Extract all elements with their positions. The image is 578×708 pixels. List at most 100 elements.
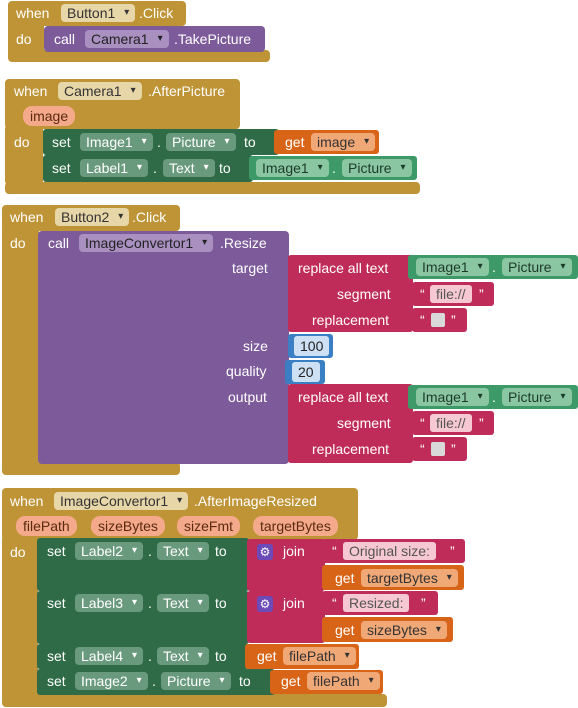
- get-label: get: [257, 648, 277, 664]
- number-value-size[interactable]: 100: [294, 336, 330, 356]
- text-value-original-size[interactable]: Original size:: [343, 542, 436, 560]
- open-quote: “: [420, 441, 425, 457]
- dot-label: .: [332, 160, 336, 176]
- get-label: get: [285, 134, 305, 150]
- property-dropdown-text[interactable]: Text: [163, 159, 215, 177]
- set-label: set: [52, 134, 71, 150]
- replacement-label: replacement: [312, 441, 390, 457]
- component-dropdown-label2[interactable]: Label2: [75, 542, 144, 560]
- variable-dropdown-image[interactable]: image: [311, 133, 376, 151]
- property-dropdown-picture[interactable]: Picture: [502, 388, 572, 406]
- component-dropdown-image1[interactable]: Image1: [416, 258, 489, 276]
- arg-label-target: target: [232, 260, 268, 276]
- close-quote: ”: [451, 312, 456, 328]
- number-value-quality[interactable]: 20: [292, 362, 320, 382]
- to-label: to: [215, 595, 227, 611]
- event-block-camera1-afterpicture-footer: [5, 182, 420, 194]
- to-label: to: [215, 648, 227, 664]
- event-name: .AfterImageResized: [194, 493, 317, 509]
- property-dropdown-picture[interactable]: Picture: [166, 133, 236, 151]
- component-dropdown-camera1[interactable]: Camera1: [58, 82, 142, 100]
- when-label: when: [16, 5, 50, 21]
- when-label: when: [10, 209, 44, 225]
- event-name: .Click: [139, 5, 174, 21]
- variable-dropdown-sizebytes[interactable]: sizeBytes: [361, 621, 447, 639]
- call-label: call: [48, 235, 70, 251]
- close-quote: ”: [421, 595, 426, 611]
- gear-icon[interactable]: ⚙: [257, 544, 273, 560]
- dot-label: .: [492, 259, 496, 275]
- method-name: .Resize: [220, 235, 267, 251]
- gear-icon[interactable]: ⚙: [257, 596, 273, 612]
- property-dropdown-text[interactable]: Text: [157, 594, 209, 612]
- param-filepath[interactable]: filePath: [16, 516, 77, 536]
- arg-label-output: output: [228, 389, 267, 405]
- call-label: call: [54, 31, 76, 47]
- event-block-afterimageresized-footer: [2, 694, 387, 707]
- dot-label: .: [148, 648, 152, 664]
- do-label: do: [16, 31, 32, 47]
- event-block-button2-click-body: [2, 225, 39, 470]
- dot-label: .: [157, 134, 161, 150]
- param-image[interactable]: image: [23, 106, 76, 126]
- open-quote: “: [420, 312, 425, 328]
- to-label: to: [244, 134, 256, 150]
- get-label: get: [281, 673, 301, 689]
- component-dropdown-imageconvertor1[interactable]: ImageConvertor1: [54, 492, 189, 510]
- to-label: to: [239, 673, 251, 689]
- get-label: get: [335, 622, 355, 638]
- variable-dropdown-filepath[interactable]: filePath: [307, 672, 380, 690]
- component-dropdown-button2[interactable]: Button2: [55, 208, 130, 226]
- text-value-resized[interactable]: Resized:: [343, 594, 410, 612]
- when-label: when: [10, 493, 44, 509]
- close-quote: ”: [479, 286, 484, 302]
- component-dropdown-image1[interactable]: Image1: [416, 388, 489, 406]
- open-quote: “: [332, 543, 337, 559]
- property-dropdown-text[interactable]: Text: [157, 647, 209, 665]
- component-dropdown-imageconvertor1[interactable]: ImageConvertor1: [79, 234, 214, 252]
- open-quote: “: [420, 286, 425, 302]
- component-dropdown-button1[interactable]: Button1: [61, 4, 136, 22]
- component-dropdown-image1[interactable]: Image1: [256, 159, 329, 177]
- component-dropdown-label3[interactable]: Label3: [75, 594, 144, 612]
- event-name: .AfterPicture: [148, 83, 226, 99]
- close-quote: ”: [450, 543, 455, 559]
- arg-label-quality: quality: [226, 363, 267, 379]
- component-dropdown-label4[interactable]: Label4: [75, 647, 144, 665]
- property-dropdown-picture[interactable]: Picture: [342, 159, 412, 177]
- component-dropdown-image1[interactable]: Image1: [80, 133, 153, 151]
- replace-label: replace all text: [298, 389, 389, 405]
- component-dropdown-image2[interactable]: Image2: [75, 672, 148, 690]
- set-label: set: [52, 160, 71, 176]
- set-label: set: [47, 595, 66, 611]
- get-label: get: [335, 570, 355, 586]
- dot-label: .: [153, 160, 157, 176]
- empty-text-field[interactable]: [431, 313, 445, 327]
- text-value-file[interactable]: file://: [430, 285, 472, 303]
- segment-label: segment: [337, 286, 391, 302]
- dot-label: .: [148, 595, 152, 611]
- event-name: .Click: [132, 209, 167, 225]
- empty-text-field[interactable]: [431, 442, 445, 456]
- close-quote: ”: [479, 415, 484, 431]
- property-dropdown-picture[interactable]: Picture: [161, 672, 231, 690]
- param-sizebytes[interactable]: sizeBytes: [91, 516, 165, 536]
- param-sizefmt[interactable]: sizeFmt: [177, 516, 240, 536]
- dot-label: .: [152, 673, 156, 689]
- component-dropdown-label1[interactable]: Label1: [80, 159, 149, 177]
- variable-dropdown-targetbytes[interactable]: targetBytes: [361, 569, 458, 587]
- variable-dropdown-filepath[interactable]: filePath: [283, 647, 356, 665]
- open-quote: “: [420, 415, 425, 431]
- set-label: set: [47, 543, 66, 559]
- close-quote: ”: [451, 441, 456, 457]
- replacement-label: replacement: [312, 312, 390, 328]
- property-dropdown-picture[interactable]: Picture: [502, 258, 572, 276]
- text-value-file[interactable]: file://: [430, 414, 472, 432]
- property-dropdown-text[interactable]: Text: [157, 542, 209, 560]
- component-dropdown-camera1[interactable]: Camera1: [85, 30, 169, 48]
- when-label: when: [14, 83, 48, 99]
- dot-label: .: [148, 543, 152, 559]
- param-targetbytes[interactable]: targetBytes: [253, 516, 338, 536]
- method-name: .TakePicture: [174, 31, 252, 47]
- replace-label: replace all text: [298, 260, 389, 276]
